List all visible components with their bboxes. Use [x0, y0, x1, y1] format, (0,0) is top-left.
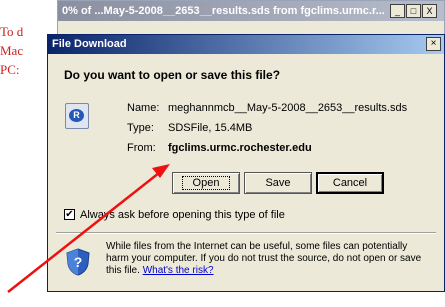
- open-button-label: Open: [181, 176, 231, 190]
- progress-close-button[interactable]: X: [422, 4, 437, 18]
- file-source-value: fgclims.urmc.rochester.edu: [168, 142, 312, 154]
- progress-window-title: 0% of ...May-5-2008__2653__results.sds f…: [58, 1, 444, 21]
- dialog-question: Do you want to open or save this file?: [64, 68, 281, 82]
- open-button[interactable]: Open: [172, 172, 240, 194]
- save-button[interactable]: Save: [244, 172, 312, 194]
- file-type-value: SDSFile, 15.4MB: [168, 122, 253, 134]
- minimize-button[interactable]: _: [390, 4, 405, 18]
- dialog-separator: [56, 232, 436, 234]
- dialog-title: File Download: [48, 35, 444, 54]
- background-text-line-2: Mac: [0, 43, 24, 58]
- file-download-dialog: File Download × Do you want to open or s…: [47, 34, 445, 292]
- name-label: Name:: [127, 102, 160, 114]
- always-ask-label: Always ask before opening this type of f…: [80, 209, 285, 221]
- background-text-line-3: PC:: [0, 62, 20, 77]
- type-label: Type:: [127, 122, 154, 134]
- always-ask-checkbox[interactable]: ✔: [64, 209, 75, 220]
- risk-link[interactable]: What's the risk?: [143, 265, 214, 276]
- cancel-button[interactable]: Cancel: [316, 172, 384, 194]
- file-name-value: meghannmcb__May-5-2008__2653__results.sd…: [168, 102, 408, 114]
- background-text-line-1: To d: [0, 24, 24, 39]
- security-warning: While files from the Internet can be use…: [106, 241, 428, 277]
- dialog-close-button[interactable]: ×: [426, 37, 441, 51]
- file-type-icon: R: [65, 103, 89, 129]
- maximize-button[interactable]: □: [406, 4, 421, 18]
- svg-text:?: ?: [74, 254, 83, 270]
- from-label: From:: [127, 142, 156, 154]
- file-type-icon-letter: R: [69, 109, 84, 122]
- shield-icon: ?: [66, 248, 90, 276]
